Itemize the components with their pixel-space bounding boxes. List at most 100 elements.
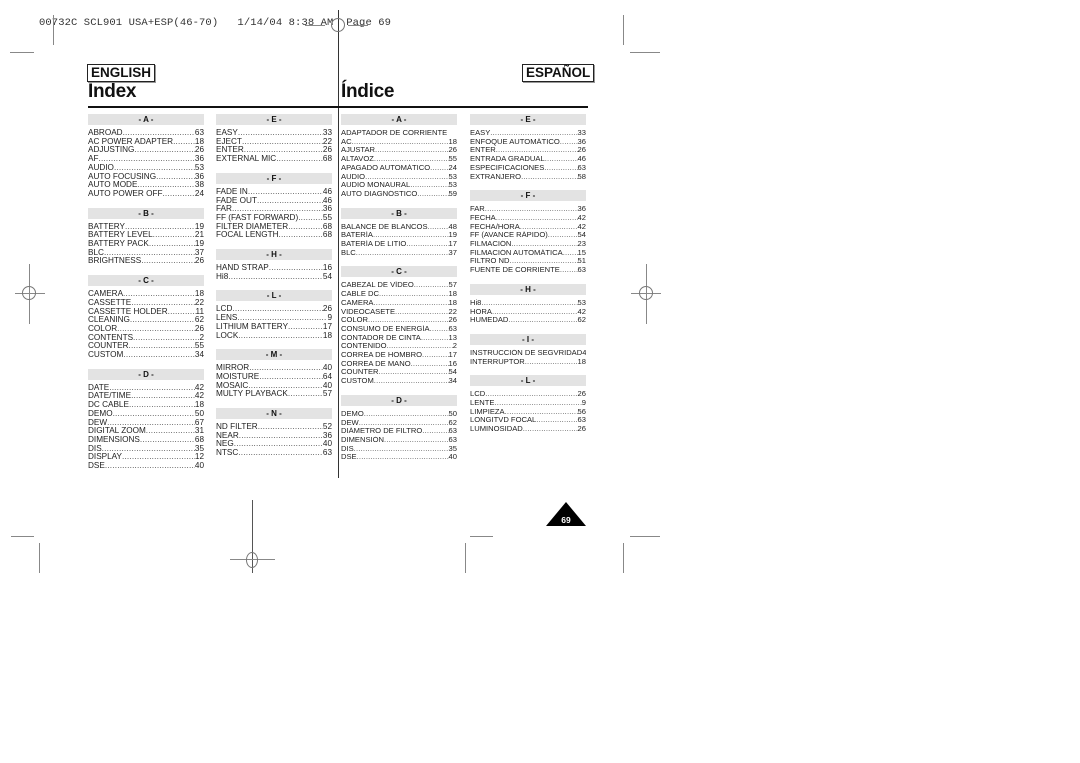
dot-leader [422,351,449,360]
dot-leader [107,419,195,428]
dot-leader [421,334,449,343]
index-section: - F -FADE IN46FADE OUT46FAR36FF (FAST FO… [216,172,332,240]
entry-page-number: 21 [194,231,204,240]
section-letter-heading: - L - [216,290,332,302]
index-entry: AUTO MODE 38 [88,181,204,190]
entry-page-number: 12 [194,453,204,462]
entry-page-number: 31 [194,427,204,436]
dot-leader [134,146,194,155]
entry-label: FILMACIÓN AUTOMÁTICA [470,248,563,257]
entry-page-number: 53 [448,172,457,181]
index-entry: ENTRADA GRADUAL 46 [470,155,586,164]
dot-leader [521,173,577,182]
entry-page-number: 36 [322,205,332,214]
entry-label: MOISTURE [216,372,260,381]
index-entry: CONTADOR DE CINTA 13 [341,334,457,343]
entry-label: AUTO DIAGNÓSTICO [341,189,418,198]
entry-page-number: 52 [322,423,332,432]
dot-leader [373,231,449,240]
index-entry: FADE OUT 46 [216,197,332,206]
index-entry: AUTO POWER OFF 24 [88,190,204,199]
entry-page-number: 26 [194,324,204,333]
entry-label: BALANCE DE BLANCOS [341,222,428,231]
entry-page-number: 35 [194,444,204,453]
entry-label: ADJUSTING [88,146,135,155]
entry-label: CONSUMO DE ENERGÍA [341,324,430,333]
entry-label: FECHA/HORA [470,222,520,231]
entry-label: FOCAL LENGTH [216,231,279,240]
index-entry: AC 18 [341,138,457,147]
entry-page-number: 2 [199,333,204,342]
dot-leader [238,129,323,138]
index-entry: FILMACIÓN 23 [470,240,586,249]
index-entry: DEW 67 [88,419,204,428]
index-entry: BLC 37 [341,249,457,258]
entry-page-number: 53 [448,181,457,190]
entry-page-number: 34 [448,377,457,386]
entry-page-number: 64 [322,372,332,381]
entry-page-number: 22 [194,298,204,307]
dot-leader [379,368,449,377]
entry-label: BLC [88,248,104,257]
index-entry: BATERÍA DE LITIO 17 [341,240,457,249]
entry-page-number: 55 [322,213,332,222]
section-letter-heading: - B - [341,207,457,219]
entry-label: DIS [88,444,102,453]
dot-leader [258,423,323,432]
spanish-column-2: - E -EASY33ENFOQUE AUTOMÁTICO36ENTER26EN… [470,114,586,443]
entry-page-number: 26 [194,257,204,266]
index-entry: AUDIO 53 [88,164,204,173]
index-entry: LENTE 9 [470,399,586,408]
entry-page-number: 58 [577,172,586,181]
section-letter-heading: - A - [88,114,204,125]
entry-label: CASSETTE HOLDER [88,307,168,316]
dot-leader [140,436,195,445]
entry-page-number: 51 [577,257,586,266]
entry-page-number: 36 [577,205,586,214]
dot-leader [490,129,577,138]
entry-page-number: 18 [448,298,457,307]
entry-page-number: 18 [194,290,204,299]
entry-page-number: 18 [448,137,457,146]
dot-leader [508,316,577,325]
index-entry: BRIGHTNESS 26 [88,257,204,266]
index-entry: VIDEOCASETE 22 [341,308,457,317]
dot-leader [269,264,323,273]
entry-label: LOCK [216,331,239,340]
entry-page-number: 40 [322,364,332,373]
entry-page-number: 36 [194,172,204,181]
index-entry: CONTENIDO 2 [341,342,457,351]
index-entry: BATERÍA 19 [341,231,457,240]
entry-label: DIMENSIONS [88,435,140,444]
index-entry: DATE 42 [88,384,204,393]
index-entry: DIGITAL ZOOM 31 [88,427,204,436]
entry-label: AUTO FOCUSING [88,172,157,181]
section-letter-heading: - D - [341,394,457,406]
dot-leader [422,427,448,436]
entry-page-number: 4 [582,348,586,357]
index-section: - B -BATTERY19BATTERY LEVEL21BATTERY PAC… [88,207,204,267]
dot-leader [109,384,195,393]
dot-leader [129,401,195,410]
dot-leader [173,138,195,147]
index-entry: FAR 36 [216,205,332,214]
index-entry: CONSUMO DE ENERGÍA 63 [341,325,457,334]
entry-page-number: 42 [194,383,204,392]
entry-label: CASSETTE [88,298,132,307]
entry-label: ENTER [470,146,496,155]
dot-leader [130,316,195,325]
entry-page-number: 34 [194,351,204,360]
index-section: - H - HAND STRAP 16 Hi8 54 [216,249,332,281]
index-entry: FADE IN 46 [216,188,332,197]
entry-label: CONTENIDO [341,342,387,351]
index-entry: CABEZAL DE VÍDEO 57 [341,281,457,290]
entry-label: DATE/TIME [88,392,132,401]
index-entry: ENFOQUE AUTOMÁTICO 36 [470,138,586,147]
dot-leader [123,129,195,138]
index-section: - L - LCD 26 LENS 9 LITHIUM BATTERY 17 LOCK 18 [216,290,332,340]
dot-leader [123,351,195,360]
entry-page-number: 56 [577,407,586,416]
entry-label: DEMO [341,409,364,418]
entry-label: EASY [470,129,491,137]
index-entry: CAMERA 18 [341,299,457,308]
